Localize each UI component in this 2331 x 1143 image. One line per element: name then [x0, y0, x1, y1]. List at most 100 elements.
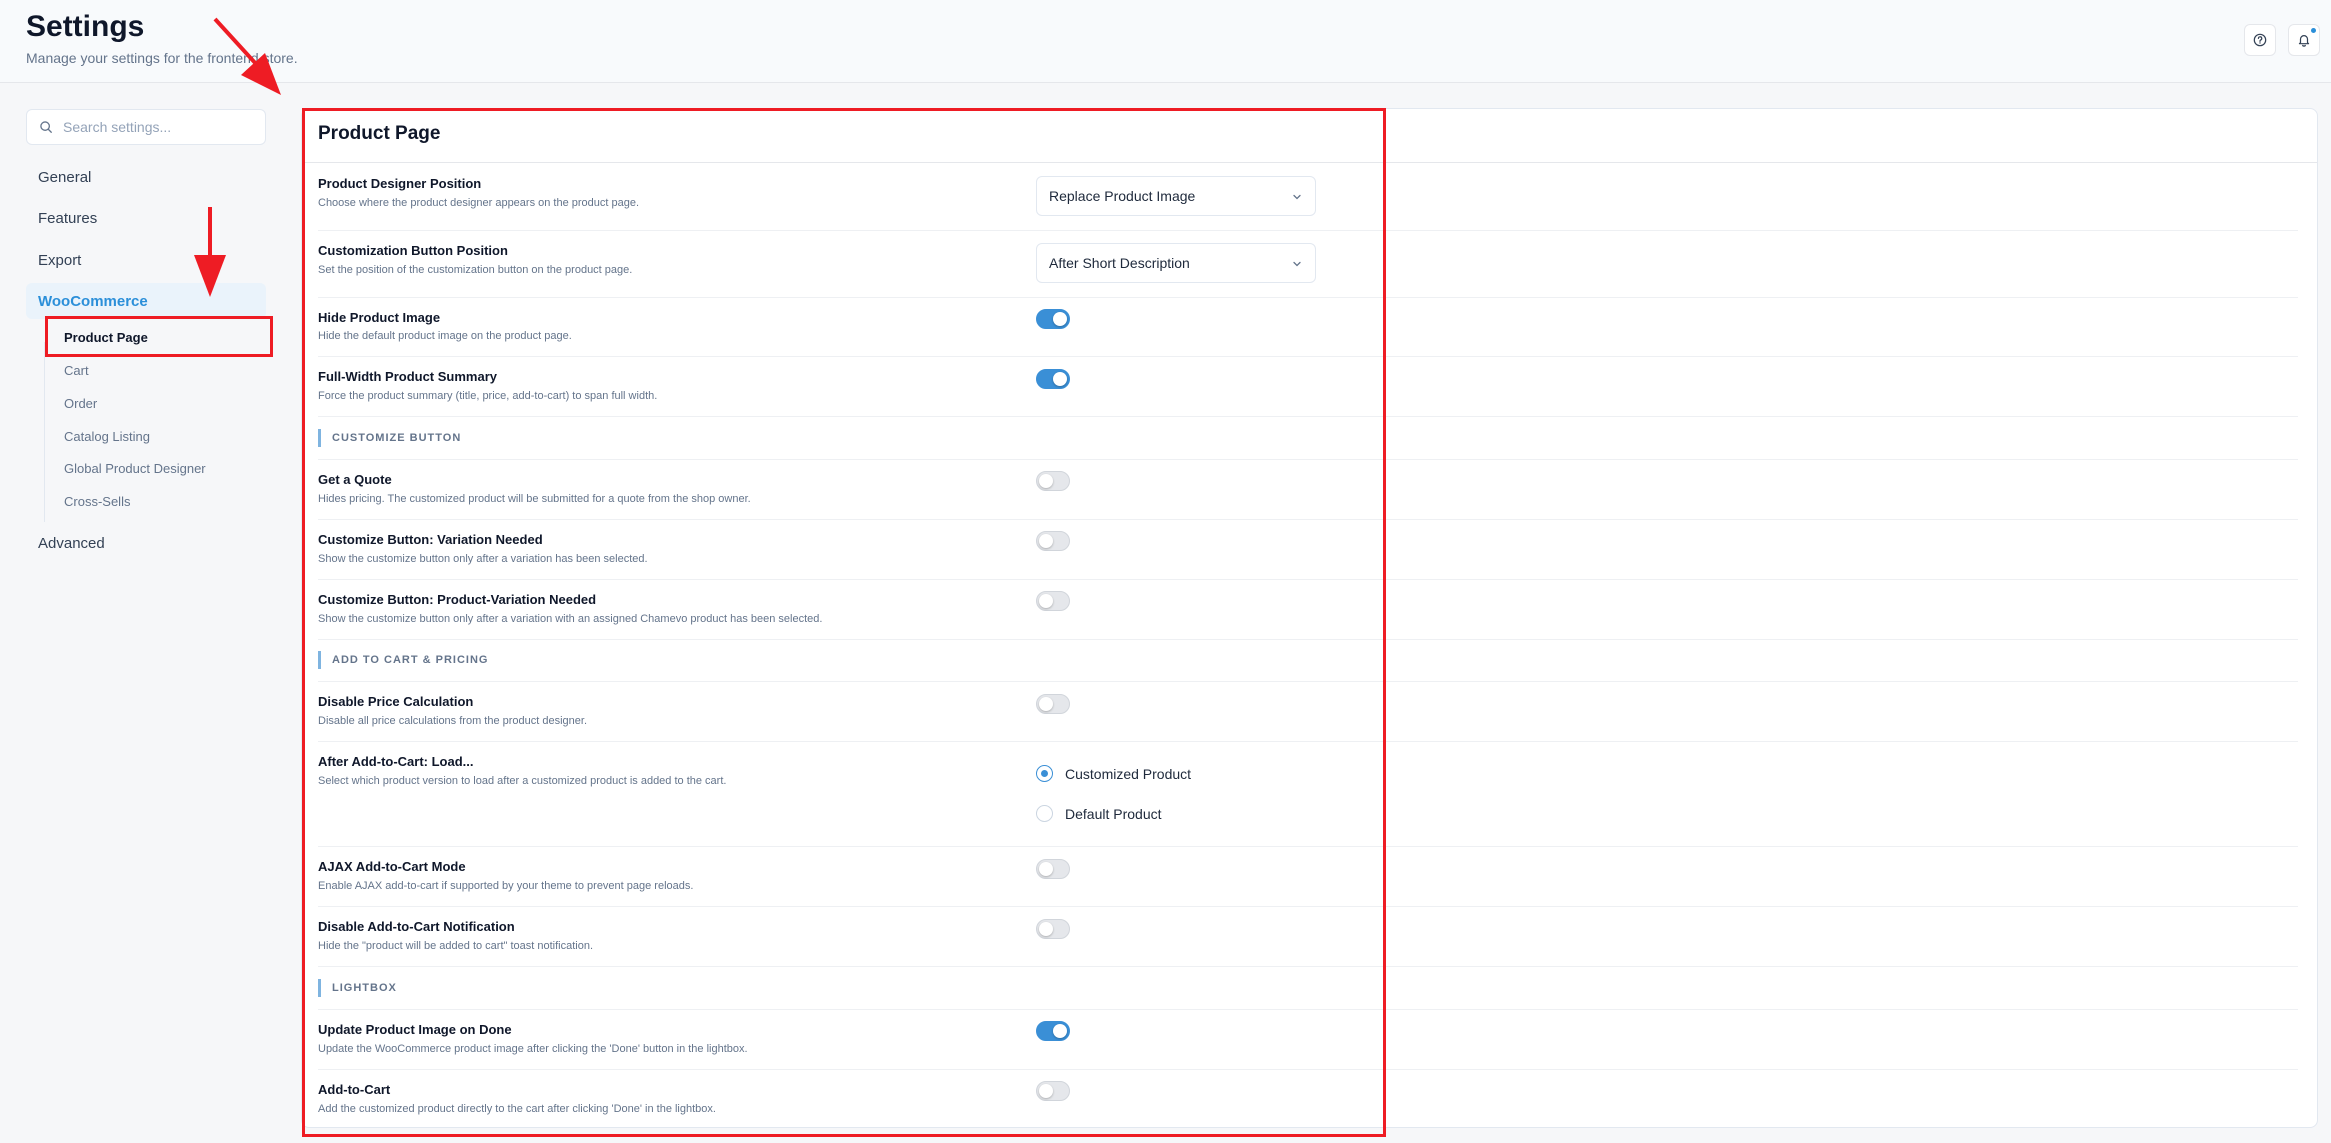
- toggle-knob: [1053, 1024, 1067, 1038]
- setting-label: Disable Price Calculation: [318, 694, 474, 709]
- toggle-knob: [1039, 862, 1053, 876]
- customization-button-position-select[interactable]: After Short Description: [1036, 243, 1316, 283]
- radio-default-product[interactable]: Default Product: [1036, 805, 1162, 822]
- setting-label: Customize Button: Product-Variation Need…: [318, 592, 597, 607]
- setting-label: Add-to-Cart: [318, 1082, 391, 1097]
- page-subtitle: Manage your settings for the frontend st…: [26, 50, 298, 66]
- setting-label: Product Designer Position: [318, 176, 482, 191]
- setting-description: Disable all price calculations from the …: [318, 715, 588, 727]
- divider: [318, 1069, 2298, 1070]
- setting-description: Hide the default product image on the pr…: [318, 330, 572, 342]
- bell-icon: [2297, 33, 2311, 47]
- divider: [318, 356, 2298, 357]
- submenu-line: [44, 342, 45, 522]
- radio-circle: [1036, 805, 1053, 822]
- notifications-button[interactable]: [2288, 24, 2320, 56]
- page-header: Settings Manage your settings for the fr…: [0, 0, 2331, 83]
- chevron-down-icon: [1291, 258, 1303, 270]
- setting-label: Full-Width Product Summary: [318, 369, 497, 384]
- disable-add-to-cart-notification-toggle[interactable]: [1036, 919, 1070, 939]
- radio-label: Default Product: [1065, 805, 1162, 822]
- divider: [318, 639, 2298, 640]
- sidebar-subitem-catalog-listing[interactable]: Catalog Listing: [64, 429, 150, 444]
- radio-customized-product[interactable]: Customized Product: [1036, 765, 1191, 782]
- setting-description: Force the product summary (title, price,…: [318, 390, 658, 402]
- setting-description: Show the customize button only after a v…: [318, 553, 648, 565]
- chevron-down-icon: [1291, 191, 1303, 203]
- section-heading-customize-button: CUSTOMIZE BUTTON: [318, 429, 461, 447]
- sidebar-subitem-cross-sells[interactable]: Cross-Sells: [64, 494, 130, 509]
- ajax-add-to-cart-toggle[interactable]: [1036, 859, 1070, 879]
- toggle-knob: [1039, 534, 1053, 548]
- panel-title: Product Page: [318, 123, 441, 144]
- full-width-summary-toggle[interactable]: [1036, 369, 1070, 389]
- lightbox-add-to-cart-toggle[interactable]: [1036, 1081, 1070, 1101]
- divider: [318, 519, 2298, 520]
- disable-price-calculation-toggle[interactable]: [1036, 694, 1070, 714]
- search-icon: [39, 120, 53, 134]
- select-value: Replace Product Image: [1049, 188, 1196, 204]
- setting-description: Show the customize button only after a v…: [318, 613, 823, 625]
- sidebar-subitem-order[interactable]: Order: [64, 396, 97, 411]
- setting-label: Customization Button Position: [318, 243, 508, 258]
- sidebar-item-export[interactable]: Export: [26, 242, 266, 278]
- divider: [318, 681, 2298, 682]
- sidebar-item-woocommerce[interactable]: WooCommerce: [26, 283, 266, 319]
- radio-label: Customized Product: [1065, 765, 1192, 782]
- divider: [318, 906, 2298, 907]
- setting-label: Hide Product Image: [318, 310, 441, 325]
- divider: [318, 230, 2298, 231]
- divider: [318, 459, 2298, 460]
- page-title: Settings: [26, 10, 145, 43]
- setting-label: Update Product Image on Done: [318, 1022, 512, 1037]
- settings-search[interactable]: [26, 109, 266, 145]
- help-button[interactable]: [2244, 24, 2276, 56]
- search-input[interactable]: [63, 119, 253, 135]
- setting-label: AJAX Add-to-Cart Mode: [318, 859, 466, 874]
- update-product-image-on-done-toggle[interactable]: [1036, 1021, 1070, 1041]
- setting-description: Update the WooCommerce product image aft…: [318, 1043, 748, 1055]
- setting-label: Disable Add-to-Cart Notification: [318, 919, 515, 934]
- divider: [318, 966, 2298, 967]
- setting-description: Hide the "product will be added to cart"…: [318, 940, 594, 952]
- section-heading-lightbox: LIGHTBOX: [318, 979, 397, 997]
- divider: [318, 1009, 2298, 1010]
- variation-needed-toggle[interactable]: [1036, 531, 1070, 551]
- toggle-knob: [1039, 594, 1053, 608]
- toggle-knob: [1039, 697, 1053, 711]
- notification-dot: [2311, 28, 2316, 33]
- setting-description: Hides pricing. The customized product wi…: [318, 493, 751, 505]
- sidebar-subitem-product-page[interactable]: Product Page: [64, 330, 148, 345]
- hide-product-image-toggle[interactable]: [1036, 309, 1070, 329]
- setting-label: After Add-to-Cart: Load...: [318, 754, 474, 769]
- radio-circle: [1036, 765, 1053, 782]
- sidebar-item-features[interactable]: Features: [26, 200, 266, 236]
- help-circle-icon: [2253, 33, 2267, 47]
- divider: [318, 741, 2298, 742]
- setting-description: Select which product version to load aft…: [318, 775, 727, 787]
- setting-label: Customize Button: Variation Needed: [318, 532, 543, 547]
- get-a-quote-toggle[interactable]: [1036, 471, 1070, 491]
- setting-description: Add the customized product directly to t…: [318, 1103, 716, 1115]
- product-variation-needed-toggle[interactable]: [1036, 591, 1070, 611]
- sidebar-subitem-global-product-designer[interactable]: Global Product Designer: [64, 461, 206, 476]
- setting-description: Enable AJAX add-to-cart if supported by …: [318, 880, 694, 892]
- product-designer-position-select[interactable]: Replace Product Image: [1036, 176, 1316, 216]
- toggle-knob: [1053, 312, 1067, 326]
- sidebar-item-advanced[interactable]: Advanced: [26, 525, 266, 561]
- setting-description: Set the position of the customization bu…: [318, 264, 633, 276]
- sidebar-subitem-cart[interactable]: Cart: [64, 363, 89, 378]
- toggle-knob: [1039, 922, 1053, 936]
- setting-description: Choose where the product designer appear…: [318, 197, 640, 209]
- divider: [318, 297, 2298, 298]
- sidebar-item-general[interactable]: General: [26, 159, 266, 195]
- divider: [318, 846, 2298, 847]
- toggle-knob: [1039, 474, 1053, 488]
- setting-label: Get a Quote: [318, 472, 392, 487]
- divider: [302, 162, 2317, 163]
- select-value: After Short Description: [1049, 255, 1190, 271]
- toggle-knob: [1039, 1084, 1053, 1098]
- divider: [318, 579, 2298, 580]
- toggle-knob: [1053, 372, 1067, 386]
- divider: [318, 416, 2298, 417]
